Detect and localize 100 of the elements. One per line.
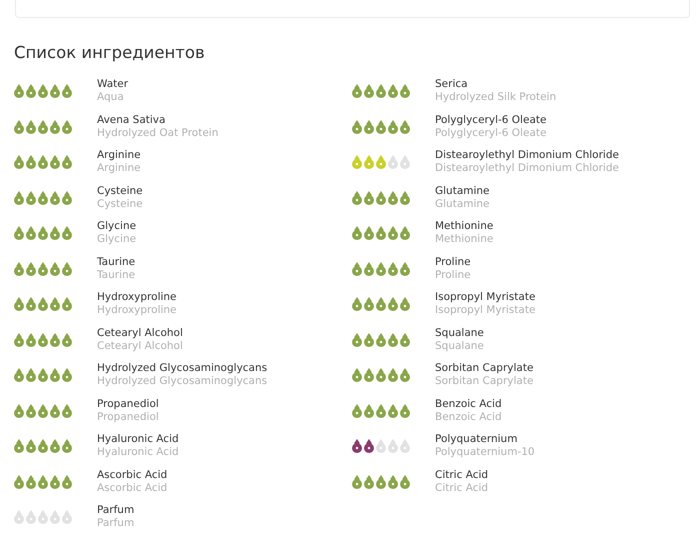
filled-drop-icon [388,84,398,98]
filled-drop-icon [14,474,24,488]
filled-drop-icon [376,297,386,311]
empty-drop-icon [50,510,60,524]
filled-drop-icon [352,368,362,382]
filled-drop-icon [400,368,410,382]
filled-drop-icon [388,120,398,134]
filled-drop-icon [400,190,410,204]
filled-drop-icon [364,190,374,204]
filled-drop-icon [400,226,410,240]
ingredient-name: Polyquaternium [435,433,518,446]
inci-name: Aqua [97,91,125,104]
filled-drop-icon [26,84,36,98]
filled-drop-icon [14,84,24,98]
filled-drop-icon [26,474,36,488]
filled-drop-icon [38,120,48,134]
filled-drop-icon [62,190,72,204]
ingredient-name: Sorbitan Caprylate [435,362,534,375]
filled-drop-icon [364,404,374,418]
filled-drop-icon [62,120,72,134]
filled-drop-icon [364,84,374,98]
filled-drop-icon [388,332,398,346]
ingredient-name: Proline [435,256,471,268]
filled-drop-icon [376,474,386,488]
filled-drop-icon [14,332,24,346]
ingredient-name: Squalane [435,326,484,340]
filled-drop-icon [14,297,24,311]
inci-name: Squalane [435,340,484,352]
filled-drop-icon [50,368,60,382]
filled-drop-icon [38,84,48,98]
filled-drop-icon [26,120,36,134]
ingredient-name: Arginine [97,149,141,162]
filled-drop-icon [38,474,48,488]
filled-drop-icon [50,155,60,169]
filled-drop-icon [388,226,398,240]
filled-drop-icon [352,190,362,204]
ingredient-name: Parfum [97,504,134,517]
inci-name: Sorbitan Caprylate [435,375,534,388]
filled-drop-icon [38,368,48,382]
filled-drop-icon [62,404,72,418]
filled-drop-icon [352,120,362,134]
ingredient-name: Cysteine [97,184,143,198]
filled-drop-icon [352,155,362,169]
filled-drop-icon [38,297,48,311]
filled-drop-icon [364,368,374,382]
ingredient-name: Ascorbic Acid [97,468,168,482]
filled-drop-icon [400,120,410,134]
empty-drop-icon [376,439,386,453]
filled-drop-icon [388,368,398,382]
filled-drop-icon [352,332,362,346]
ingredient-name: Glycine [97,220,136,233]
filled-drop-icon [352,84,362,98]
inci-name: Arginine [97,162,141,175]
inci-name: Hyaluronic Acid [97,446,179,459]
filled-drop-icon [400,84,410,98]
filled-drop-icon [62,84,72,98]
ingredient-name: Hyaluronic Acid [97,433,179,446]
filled-drop-icon [50,262,60,276]
filled-drop-icon [388,474,398,488]
filled-drop-icon [376,368,386,382]
filled-drop-icon [62,297,72,311]
filled-drop-icon [62,474,72,488]
filled-drop-icon [376,155,386,169]
empty-drop-icon [400,439,410,453]
ingredient-name: Glutamine [435,184,490,198]
filled-drop-icon [352,297,362,311]
inci-name: Cetearyl Alcohol [97,340,183,352]
filled-drop-icon [364,226,374,240]
filled-drop-icon [14,368,24,382]
inci-name: Glutamine [435,198,490,210]
filled-drop-icon [364,155,374,169]
filled-drop-icon [38,332,48,346]
inci-name: Hydrolyzed Silk Protein [435,91,556,104]
inci-name: Taurine [97,268,136,282]
empty-drop-icon [38,510,48,524]
inci-name: Parfum [97,517,134,530]
filled-drop-icon [400,404,410,418]
filled-drop-icon [62,332,72,346]
filled-drop-icon [14,120,24,134]
filled-drop-icon [400,332,410,346]
inci-name: Ascorbic Acid [97,482,168,494]
filled-drop-icon [400,297,410,311]
filled-drop-icon [62,368,72,382]
filled-drop-icon [400,474,410,488]
inci-name: Methionine [435,233,494,246]
section-title: Список ингредиентов [14,43,206,62]
filled-drop-icon [14,226,24,240]
filled-drop-icon [14,439,24,453]
filled-drop-icon [62,226,72,240]
filled-drop-icon [50,332,60,346]
inci-name: Cysteine [97,198,143,210]
filled-drop-icon [376,84,386,98]
filled-drop-icon [50,120,60,134]
filled-drop-icon [62,439,72,453]
filled-drop-icon [364,262,374,276]
filled-drop-icon [388,404,398,418]
filled-drop-icon [26,368,36,382]
inci-name: Hydroxyproline [97,304,177,317]
filled-drop-icon [364,297,374,311]
filled-drop-icon [352,226,362,240]
